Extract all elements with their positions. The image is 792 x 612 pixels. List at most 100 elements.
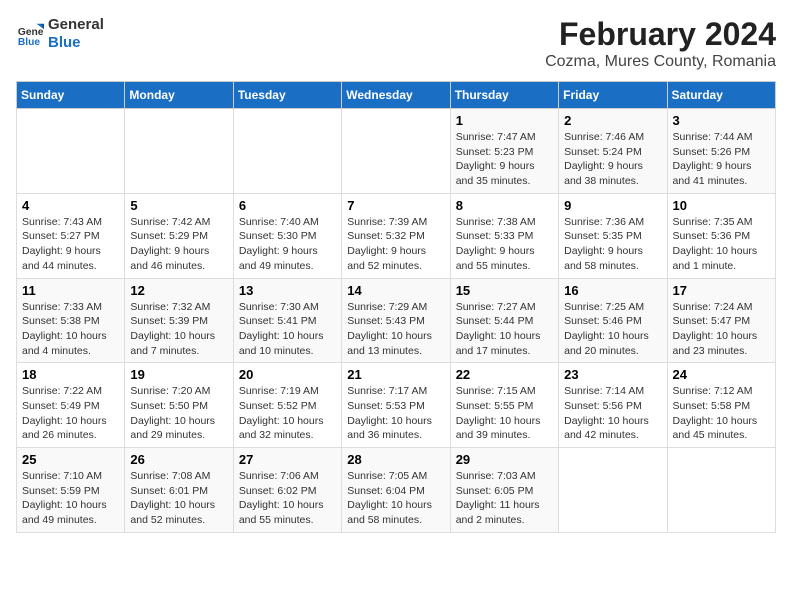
calendar-cell [342,109,450,194]
calendar-cell: 8Sunrise: 7:38 AM Sunset: 5:33 PM Daylig… [450,193,558,278]
calendar-table: SundayMondayTuesdayWednesdayThursdayFrid… [16,81,776,533]
day-number: 17 [673,283,770,298]
day-info: Sunrise: 7:24 AM Sunset: 5:47 PM Dayligh… [673,300,770,359]
calendar-cell [17,109,125,194]
day-number: 22 [456,367,553,382]
column-header-friday: Friday [559,82,667,109]
calendar-row: 25 Sunrise: 7:10 AM Sunset: 5:59 PM Dayli… [17,448,776,533]
day-info: Sunrise: 7:46 AM Sunset: 5:24 PM Dayligh… [564,130,661,189]
day-number: 25 [22,452,119,467]
calendar-cell: 17 Sunrise: 7:24 AM Sunset: 5:47 PM Dayli… [667,278,775,363]
page-subtitle: Cozma, Mures County, Romania [545,53,776,71]
column-header-tuesday: Tuesday [233,82,341,109]
calendar-cell: 5Sunrise: 7:42 AM Sunset: 5:29 PM Daylig… [125,193,233,278]
column-header-saturday: Saturday [667,82,775,109]
day-number: 18 [22,367,119,382]
column-header-sunday: Sunday [17,82,125,109]
logo-icon: General Blue [16,20,44,48]
logo: General Blue GeneralBlue [16,16,104,52]
calendar-cell: 28 Sunrise: 7:05 AM Sunset: 6:04 PM Dayli… [342,448,450,533]
day-number: 14 [347,283,444,298]
calendar-cell: 3 Sunrise: 7:44 AM Sunset: 5:26 PM Daylig… [667,109,775,194]
day-info: Sunrise: 7:42 AM Sunset: 5:29 PM Dayligh… [130,215,227,274]
calendar-cell: 23 Sunrise: 7:14 AM Sunset: 5:56 PM Dayli… [559,363,667,448]
day-info: Sunrise: 7:29 AM Sunset: 5:43 PM Dayligh… [347,300,444,359]
day-number: 12 [130,283,227,298]
calendar-cell [667,448,775,533]
calendar-cell: 15 Sunrise: 7:27 AM Sunset: 5:44 PM Dayli… [450,278,558,363]
calendar-cell: 14 Sunrise: 7:29 AM Sunset: 5:43 PM Dayli… [342,278,450,363]
calendar-cell: 20 Sunrise: 7:19 AM Sunset: 5:52 PM Dayli… [233,363,341,448]
day-number: 29 [456,452,553,467]
calendar-cell: 16 Sunrise: 7:25 AM Sunset: 5:46 PM Dayli… [559,278,667,363]
day-info: Sunrise: 7:06 AM Sunset: 6:02 PM Dayligh… [239,469,336,528]
day-number: 11 [22,283,119,298]
logo-text: GeneralBlue [48,16,104,52]
day-number: 10 [673,198,770,213]
day-number: 3 [673,113,770,128]
header: General Blue GeneralBlue February 2024 C… [16,16,776,71]
day-number: 9 [564,198,661,213]
svg-text:Blue: Blue [18,37,41,48]
day-info: Sunrise: 7:33 AM Sunset: 5:38 PM Dayligh… [22,300,119,359]
calendar-cell [233,109,341,194]
day-number: 24 [673,367,770,382]
day-info: Sunrise: 7:39 AM Sunset: 5:32 PM Dayligh… [347,215,444,274]
calendar-cell: 2 Sunrise: 7:46 AM Sunset: 5:24 PM Daylig… [559,109,667,194]
calendar-cell: 21Sunrise: 7:17 AM Sunset: 5:53 PM Dayli… [342,363,450,448]
day-number: 7 [347,198,444,213]
calendar-cell: 24 Sunrise: 7:12 AM Sunset: 5:58 PM Dayli… [667,363,775,448]
page-title: February 2024 [545,16,776,53]
day-info: Sunrise: 7:40 AM Sunset: 5:30 PM Dayligh… [239,215,336,274]
calendar-cell: 19 Sunrise: 7:20 AM Sunset: 5:50 PM Dayli… [125,363,233,448]
day-number: 27 [239,452,336,467]
column-header-monday: Monday [125,82,233,109]
calendar-cell: 25 Sunrise: 7:10 AM Sunset: 5:59 PM Dayli… [17,448,125,533]
day-number: 28 [347,452,444,467]
calendar-cell: 10 Sunrise: 7:35 AM Sunset: 5:36 PM Dayli… [667,193,775,278]
day-info: Sunrise: 7:05 AM Sunset: 6:04 PM Dayligh… [347,469,444,528]
calendar-row: 11 Sunrise: 7:33 AM Sunset: 5:38 PM Dayli… [17,278,776,363]
calendar-cell: 9Sunrise: 7:36 AM Sunset: 5:35 PM Daylig… [559,193,667,278]
day-info: Sunrise: 7:38 AM Sunset: 5:33 PM Dayligh… [456,215,553,274]
day-info: Sunrise: 7:20 AM Sunset: 5:50 PM Dayligh… [130,384,227,443]
calendar-row: 18 Sunrise: 7:22 AM Sunset: 5:49 PM Dayli… [17,363,776,448]
title-area: February 2024 Cozma, Mures County, Roman… [545,16,776,71]
calendar-cell: 29 Sunrise: 7:03 AM Sunset: 6:05 PM Dayli… [450,448,558,533]
day-info: Sunrise: 7:10 AM Sunset: 5:59 PM Dayligh… [22,469,119,528]
calendar-cell: 12 Sunrise: 7:32 AM Sunset: 5:39 PM Dayli… [125,278,233,363]
day-info: Sunrise: 7:47 AM Sunset: 5:23 PM Dayligh… [456,130,553,189]
day-number: 15 [456,283,553,298]
calendar-cell: 11 Sunrise: 7:33 AM Sunset: 5:38 PM Dayli… [17,278,125,363]
calendar-cell: 6Sunrise: 7:40 AM Sunset: 5:30 PM Daylig… [233,193,341,278]
calendar-cell: 4Sunrise: 7:43 AM Sunset: 5:27 PM Daylig… [17,193,125,278]
day-number: 21 [347,367,444,382]
day-info: Sunrise: 7:25 AM Sunset: 5:46 PM Dayligh… [564,300,661,359]
day-number: 19 [130,367,227,382]
calendar-row: 4Sunrise: 7:43 AM Sunset: 5:27 PM Daylig… [17,193,776,278]
day-number: 26 [130,452,227,467]
day-info: Sunrise: 7:32 AM Sunset: 5:39 PM Dayligh… [130,300,227,359]
day-number: 16 [564,283,661,298]
day-info: Sunrise: 7:44 AM Sunset: 5:26 PM Dayligh… [673,130,770,189]
calendar-cell: 27 Sunrise: 7:06 AM Sunset: 6:02 PM Dayli… [233,448,341,533]
day-info: Sunrise: 7:12 AM Sunset: 5:58 PM Dayligh… [673,384,770,443]
day-info: Sunrise: 7:08 AM Sunset: 6:01 PM Dayligh… [130,469,227,528]
calendar-cell: 26 Sunrise: 7:08 AM Sunset: 6:01 PM Dayli… [125,448,233,533]
day-info: Sunrise: 7:30 AM Sunset: 5:41 PM Dayligh… [239,300,336,359]
day-info: Sunrise: 7:35 AM Sunset: 5:36 PM Dayligh… [673,215,770,274]
day-info: Sunrise: 7:19 AM Sunset: 5:52 PM Dayligh… [239,384,336,443]
calendar-header-row: SundayMondayTuesdayWednesdayThursdayFrid… [17,82,776,109]
day-number: 4 [22,198,119,213]
calendar-cell: 7 Sunrise: 7:39 AM Sunset: 5:32 PM Daylig… [342,193,450,278]
day-number: 1 [456,113,553,128]
day-number: 20 [239,367,336,382]
calendar-cell [125,109,233,194]
day-number: 23 [564,367,661,382]
day-info: Sunrise: 7:14 AM Sunset: 5:56 PM Dayligh… [564,384,661,443]
column-header-wednesday: Wednesday [342,82,450,109]
day-info: Sunrise: 7:27 AM Sunset: 5:44 PM Dayligh… [456,300,553,359]
day-info: Sunrise: 7:22 AM Sunset: 5:49 PM Dayligh… [22,384,119,443]
day-info: Sunrise: 7:03 AM Sunset: 6:05 PM Dayligh… [456,469,553,528]
day-number: 2 [564,113,661,128]
